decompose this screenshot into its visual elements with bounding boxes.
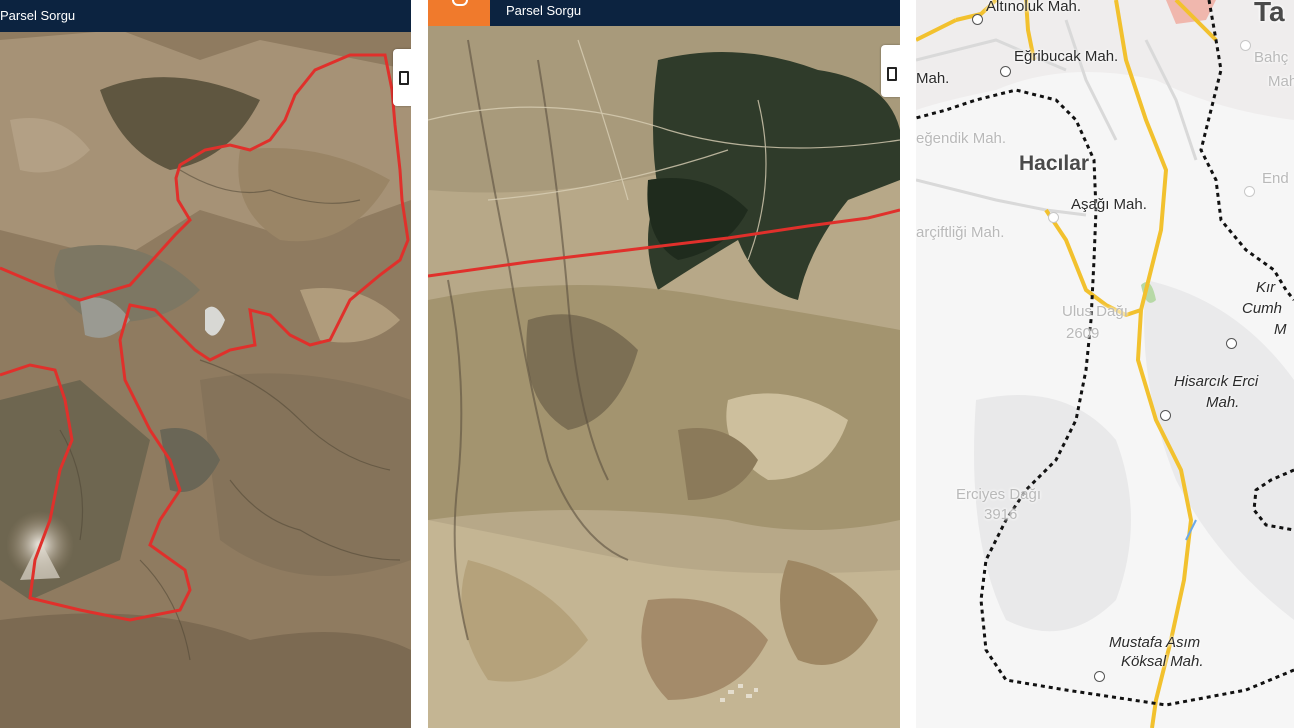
layers-icon: . xyxy=(399,71,409,85)
label-altinoluk: Altınoluk Mah. xyxy=(986,0,1082,15)
app-bar-title: Parsel Sorgu xyxy=(0,8,76,23)
satellite-detail-map[interactable]: Parsel Sorgu . xyxy=(428,0,900,728)
satellite-overview-map[interactable]: Parsel Sorgu . xyxy=(0,0,411,728)
place-marker-icon[interactable] xyxy=(1000,66,1011,77)
street-map[interactable]: Altınoluk Mah. Ta Eğribucak Mah. Bahç Ma… xyxy=(916,0,1294,728)
app-logo xyxy=(428,0,490,26)
label-erciyes-elev: 3916 xyxy=(984,506,1018,523)
label-erciyes: Erciyes Dağı xyxy=(956,486,1042,503)
place-marker-icon[interactable] xyxy=(1094,671,1105,682)
label-mah-right: Mah xyxy=(1268,73,1294,90)
app-bar: Parsel Sorgu xyxy=(0,0,411,32)
label-end: End xyxy=(1262,170,1289,187)
label-arciftligi: arçiftliği Mah. xyxy=(916,224,1005,241)
label-mustafa-2: Köksal Mah. xyxy=(1121,653,1204,670)
place-marker-icon[interactable] xyxy=(972,14,983,25)
label-ulus-elev: 2609 xyxy=(1066,325,1100,342)
label-cumh: Cumh xyxy=(1242,300,1283,317)
app-bar-title: Parsel Sorgu xyxy=(506,3,582,18)
label-ta: Ta xyxy=(1254,0,1285,27)
label-asagi: Aşağı Mah. xyxy=(1071,196,1147,213)
label-kir: Kır xyxy=(1256,279,1276,296)
label-m: M xyxy=(1274,321,1287,338)
layer-toggle-button[interactable]: . xyxy=(393,49,411,106)
street-map-base xyxy=(916,0,1294,728)
label-hacilar: Hacılar xyxy=(1019,152,1090,175)
label-egribucak: Eğribucak Mah. xyxy=(1014,48,1119,65)
label-hisarcik-1: Hisarcık Erci xyxy=(1174,373,1259,390)
satellite-imagery-detail xyxy=(428,0,900,728)
label-egendik: eğendik Mah. xyxy=(916,130,1007,147)
label-hisarcik-2: Mah. xyxy=(1206,394,1240,411)
label-mustafa-1: Mustafa Asım xyxy=(1109,634,1201,651)
place-marker-icon[interactable] xyxy=(1160,410,1171,421)
satellite-imagery xyxy=(0,0,411,728)
label-mah-left: Mah. xyxy=(916,70,950,87)
place-marker-icon[interactable] xyxy=(1048,212,1059,223)
place-marker-icon[interactable] xyxy=(1240,40,1251,51)
app-bar: Parsel Sorgu xyxy=(428,0,900,26)
layers-icon: . xyxy=(887,67,897,81)
label-bahce: Bahç xyxy=(1254,49,1289,66)
layer-toggle-button[interactable]: . xyxy=(881,45,900,97)
label-ulus-dagi: Ulus Dağı xyxy=(1062,303,1128,320)
place-marker-icon[interactable] xyxy=(1226,338,1237,349)
place-marker-icon[interactable] xyxy=(1244,186,1255,197)
